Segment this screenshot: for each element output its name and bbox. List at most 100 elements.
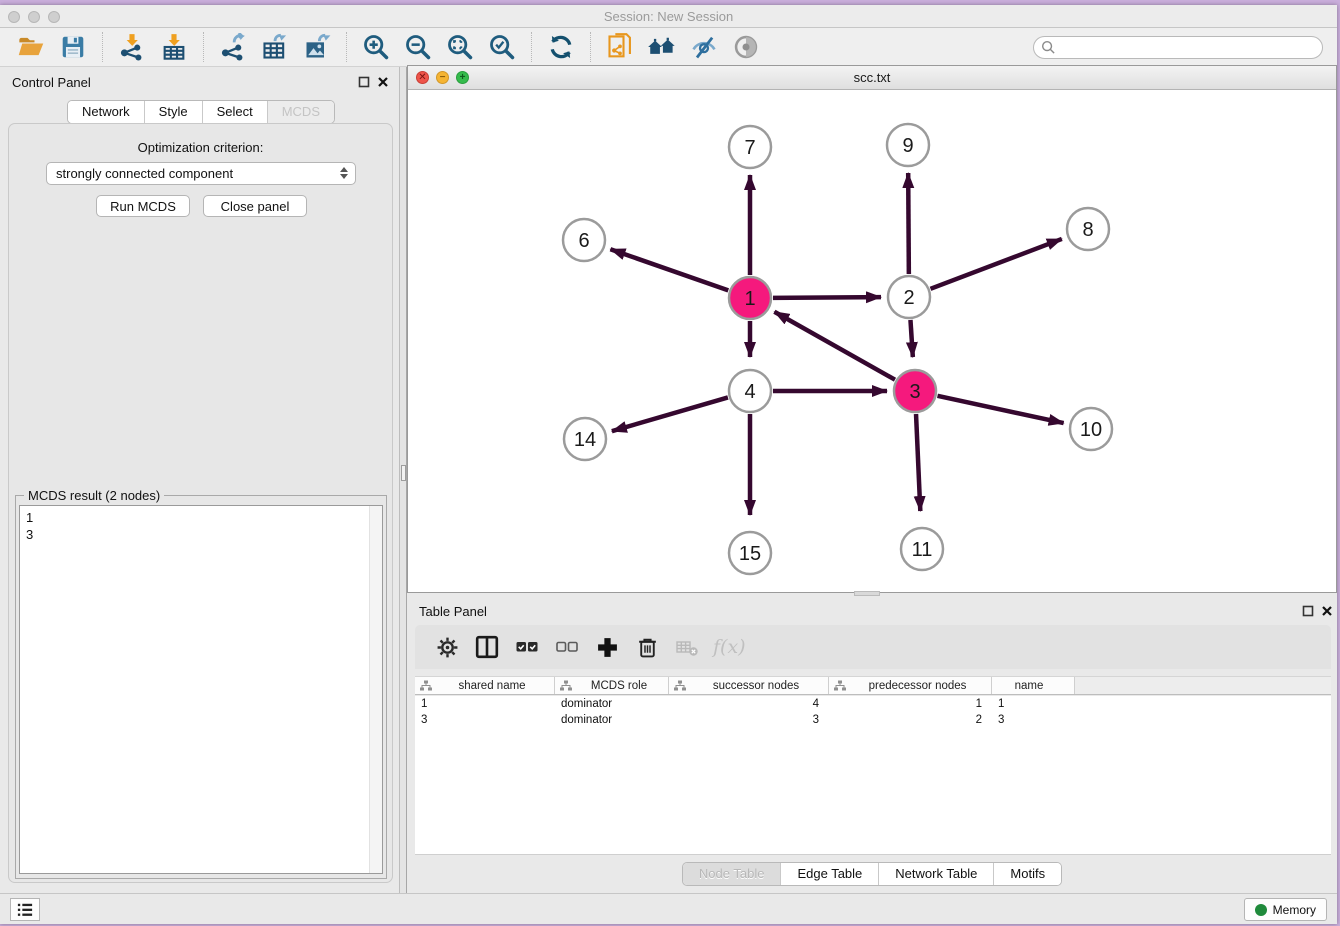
table-cell[interactable]: 4 [669,696,829,712]
clone-network-icon[interactable] [605,32,635,62]
graph-node-7[interactable]: 7 [729,126,771,168]
mcds-panel: Optimization criterion: strongly connect… [8,123,393,883]
export-image-icon[interactable] [302,32,332,62]
graph-node-3[interactable]: 3 [894,370,936,412]
export-network-icon[interactable] [218,32,248,62]
home-views-icon[interactable] [647,32,677,62]
delete-columns-trash-icon[interactable] [634,634,660,660]
network-canvas[interactable]: 7 9 6 8 1 2 4 3 14 10 15 11 [408,90,1336,592]
graph-node-8[interactable]: 8 [1067,208,1109,250]
toolbar-separator [102,32,103,62]
table-cell[interactable]: 1 [415,696,555,712]
table-cell[interactable]: 1 [992,696,1075,712]
close-panel-icon[interactable] [377,76,389,88]
refresh-layout-icon[interactable] [546,32,576,62]
graph-node-15[interactable]: 15 [729,532,771,574]
graph-edge-3-1[interactable] [774,312,895,380]
unselect-all-columns-icon[interactable] [554,634,580,660]
graph-node-14[interactable]: 14 [564,418,606,460]
graph-edge-2-8[interactable] [931,239,1062,289]
add-column-icon[interactable] [594,634,620,660]
save-icon[interactable] [58,32,88,62]
svg-text:15: 15 [739,543,761,565]
splitter-handle[interactable] [401,465,406,481]
table-options-gear-icon[interactable] [434,634,460,660]
delete-table-icon [674,634,700,660]
tab-motifs[interactable]: Motifs [993,863,1061,885]
show-network-eye-icon[interactable] [731,32,761,62]
column-header-successor-nodes[interactable]: successor nodes [669,677,829,694]
graph-node-11[interactable]: 11 [901,528,943,570]
mcds-result-textarea[interactable]: 1 3 [19,505,383,874]
table-cell[interactable]: 2 [829,712,992,728]
graph-edge-2-9[interactable] [908,173,909,274]
table-row[interactable]: 3dominator323 [415,712,1331,728]
graph-node-6[interactable]: 6 [563,219,605,261]
export-table-icon[interactable] [260,32,290,62]
graph-node-2[interactable]: 2 [888,276,930,318]
table-cell[interactable]: 1 [829,696,992,712]
graph-node-9[interactable]: 9 [887,124,929,166]
hide-network-eye-icon[interactable] [689,32,719,62]
mcds-result-groupbox: MCDS result (2 nodes) 1 3 [15,495,387,879]
search-input[interactable] [1061,40,1322,54]
column-header-MCDS-role[interactable]: MCDS role [555,677,669,694]
float-table-panel-icon[interactable] [1302,605,1314,617]
table-toolbar: f(x) [415,625,1331,669]
task-history-button[interactable] [10,898,40,921]
vertical-splitter[interactable] [399,67,407,893]
tab-network-table[interactable]: Network Table [878,863,993,885]
run-mcds-button[interactable]: Run MCDS [96,195,190,217]
graph-edge-2-3[interactable] [910,320,912,357]
graph-edge-3-11[interactable] [916,414,920,511]
import-table-icon[interactable] [159,32,189,62]
show-columns-icon[interactable] [474,634,500,660]
app-window: Session: New Session [0,5,1337,924]
column-header-predecessor-nodes[interactable]: predecessor nodes [829,677,992,694]
svg-text:1: 1 [744,288,755,310]
import-network-icon[interactable] [117,32,147,62]
close-panel-button[interactable]: Close panel [203,195,307,217]
tab-node-table[interactable]: Node Table [683,863,781,885]
tab-edge-table[interactable]: Edge Table [780,863,878,885]
search-icon [1041,40,1056,55]
memory-button[interactable]: Memory [1244,898,1327,921]
svg-text:10: 10 [1080,419,1102,441]
zoom-in-icon[interactable] [361,32,391,62]
graph-edge-1-2[interactable] [773,297,881,298]
zoom-fit-icon[interactable] [445,32,475,62]
table-row[interactable]: 1dominator411 [415,696,1331,712]
zoom-out-icon[interactable] [403,32,433,62]
network-frame-titlebar[interactable]: ✕ − + scc.txt [408,66,1336,90]
graph-edge-1-6[interactable] [610,249,728,290]
select-all-columns-icon[interactable] [514,634,540,660]
close-table-panel-icon[interactable] [1321,605,1333,617]
desktop-background: Session: New Session [0,0,1340,926]
mcds-result-title: MCDS result (2 nodes) [24,488,164,503]
graph-node-10[interactable]: 10 [1070,408,1112,450]
float-panel-icon[interactable] [358,76,370,88]
graph-node-4[interactable]: 4 [729,370,771,412]
graph-node-1[interactable]: 1 [729,277,771,319]
tab-network[interactable]: Network [68,101,144,123]
tab-style[interactable]: Style [144,101,202,123]
svg-text:11: 11 [912,539,933,561]
graph-edge-3-10[interactable] [937,396,1063,423]
table-cell[interactable]: 3 [669,712,829,728]
tab-select[interactable]: Select [202,101,267,123]
tab-mcds[interactable]: MCDS [267,101,334,123]
zoom-selected-icon[interactable] [487,32,517,62]
memory-label: Memory [1273,903,1316,917]
result-scrollbar[interactable] [369,506,382,873]
table-cell[interactable]: dominator [555,712,669,728]
open-folder-icon[interactable] [16,32,46,62]
criterion-dropdown[interactable]: strongly connected component [46,162,356,185]
graph-edge-4-14[interactable] [612,397,728,431]
column-header-name[interactable]: name [992,677,1075,694]
table-cell[interactable]: 3 [415,712,555,728]
toolbar-separator [590,32,591,62]
search-box[interactable] [1033,36,1323,59]
table-cell[interactable]: 3 [992,712,1075,728]
column-header-shared-name[interactable]: shared name [415,677,555,694]
table-cell[interactable]: dominator [555,696,669,712]
